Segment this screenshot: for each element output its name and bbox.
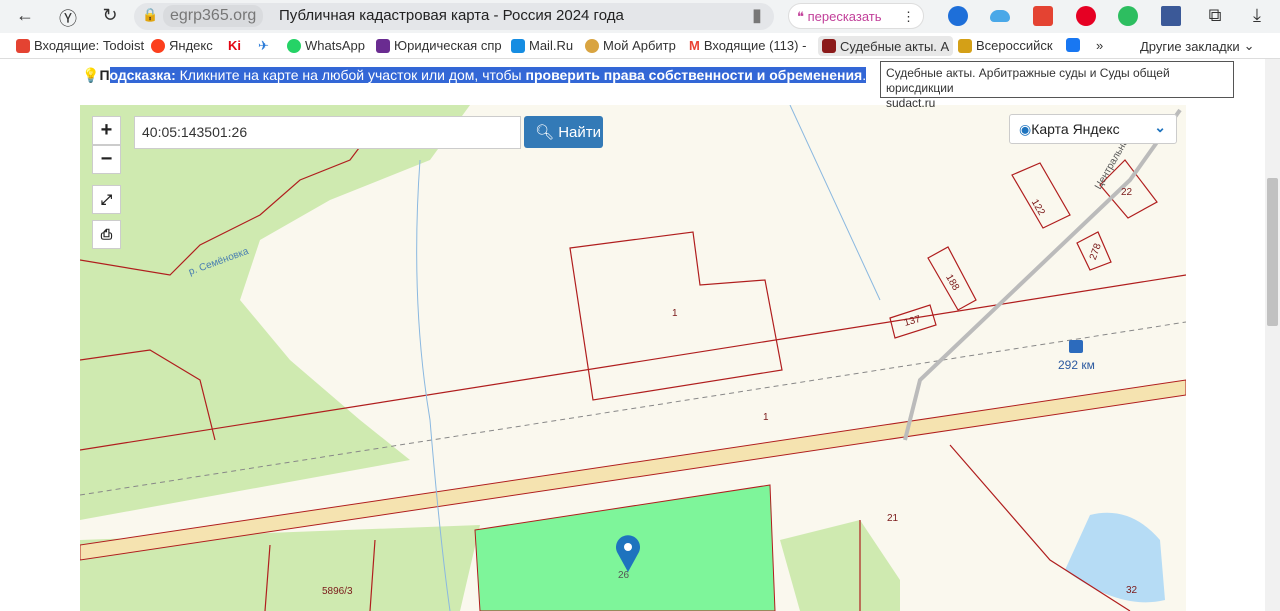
hint-end: . — [862, 67, 867, 83]
fullscreen-icon[interactable]: ⤢ — [92, 185, 121, 214]
court-icon — [958, 38, 972, 53]
pinterest-icon[interactable] — [1076, 6, 1096, 26]
parcel-label: 32 — [1126, 585, 1138, 596]
bookmark[interactable]: Mail.Ru — [511, 38, 573, 53]
parcel-label: 137 — [903, 314, 922, 329]
retell-button[interactable]: ❝ пересказать ⋮ — [788, 3, 924, 29]
map-layer-select[interactable]: ◉Карта Яндекс ⌄ — [1009, 114, 1177, 144]
facebook-icon — [1066, 38, 1080, 52]
hint-label: одсказка: — [109, 67, 176, 83]
smm-helper-icon[interactable] — [1161, 6, 1181, 26]
bookmark[interactable]: Яндекс — [151, 38, 213, 53]
bookmark[interactable]: M Входящие (113) - — [689, 38, 806, 53]
extensions-icon[interactable]: ⧉ — [1200, 5, 1230, 26]
retell-label: пересказать — [807, 9, 882, 24]
bookmark-label: Всероссийск — [976, 38, 1053, 53]
bookmark[interactable] — [1066, 38, 1080, 52]
bookmarks-bar: Входящие: Todoist Яндекс Ki ✈ WhatsApp Ю… — [0, 33, 1280, 59]
whatsapp-icon — [287, 38, 301, 53]
bookmark-label: Судебные акты. А — [840, 38, 950, 54]
browser-toolbar: ← Ⓨ ↻ 🔒 egrp365.org Публичная кадастрова… — [0, 0, 1280, 33]
scrollbar[interactable] — [1265, 59, 1280, 611]
parcel-label: 1 — [672, 308, 678, 319]
hint-text: Кликните на карте на любой участок или д… — [175, 67, 526, 83]
reload-icon[interactable]: ↻ — [95, 5, 125, 26]
arbitr-icon — [585, 38, 599, 53]
download-icon[interactable]: ⤓ — [1242, 5, 1272, 26]
zoom-in-button[interactable]: + — [92, 116, 121, 145]
station-icon — [1069, 340, 1083, 353]
chevron-down-icon: ⌄ — [1154, 119, 1166, 135]
zoom-out-button[interactable]: − — [92, 145, 121, 174]
hint-bold: проверить права собственности и обремене… — [525, 67, 863, 83]
bookmark-label: Mail.Ru — [529, 38, 574, 53]
parcel-label: 278 — [1088, 242, 1104, 262]
map-canvas: р. Семёновка Центральна 1 122 22 278 188… — [80, 105, 1186, 611]
bookmark[interactable]: Судебные акты. А — [818, 36, 954, 56]
km-label: 292 км — [1058, 358, 1095, 372]
tooltip-title: Судебные акты. Арбитражные суды и Суды о… — [886, 66, 1170, 95]
back-icon[interactable]: ← — [10, 5, 40, 26]
other-bookmarks[interactable]: Другие закладки ⌄ — [1140, 38, 1255, 54]
todoist-icon[interactable] — [1033, 6, 1053, 26]
bookmark[interactable]: Входящие: Todoist — [16, 38, 144, 53]
yandex-icon — [151, 38, 165, 53]
map-pin-dot — [624, 543, 632, 551]
yandex-icon[interactable]: Ⓨ — [53, 5, 83, 31]
parcel-label: 5896/3 — [322, 586, 353, 597]
hint: 💡Подсказка: Кликните на карте на любой у… — [82, 67, 867, 84]
bookmark-ki-icon[interactable]: Ki — [228, 38, 241, 53]
extension-icon[interactable] — [948, 6, 968, 26]
bookmark-label: Входящие: Todoist — [34, 38, 145, 53]
sudact-icon — [822, 39, 836, 53]
mailru-icon — [511, 38, 525, 53]
search-icon: 🔍︎ — [535, 124, 555, 141]
chevron-down-icon: ⌄ — [1243, 38, 1255, 53]
bookmark[interactable]: WhatsApp — [287, 38, 365, 53]
bookmark[interactable]: Юридическая спр — [376, 38, 502, 53]
bookmark-label: Яндекс — [169, 38, 213, 53]
bookmark-icon[interactable]: ▮ — [742, 5, 772, 26]
bookmark-label: Мой Арбитр — [603, 38, 676, 53]
todoist-icon — [16, 38, 30, 53]
bookmark[interactable]: Мой Арбитр — [585, 38, 676, 53]
cloud-icon[interactable] — [990, 10, 1010, 22]
print-icon[interactable]: ⎙ — [92, 220, 121, 249]
gmail-icon: M — [689, 38, 700, 53]
find-label: Найти — [558, 124, 602, 141]
other-bookmarks-label: Другие закладки — [1140, 38, 1240, 54]
scrollbar-thumb[interactable] — [1267, 178, 1278, 326]
bookmark-tooltip: Судебные акты. Арбитражные суды и Суды о… — [880, 61, 1234, 110]
cadastral-search-input[interactable]: 40:05:143501:26 — [134, 116, 521, 149]
bookmark[interactable]: Всероссийск — [958, 38, 1053, 53]
cadastral-map[interactable]: р. Семёновка Центральна 1 122 22 278 188… — [80, 105, 1186, 611]
domain: egrp365.org — [163, 5, 264, 27]
water-body — [1065, 512, 1165, 603]
legal-icon — [376, 38, 390, 53]
lightbulb-icon: 💡 — [82, 67, 100, 83]
radio-icon: ◉ — [1019, 121, 1032, 137]
bookmark-butterfly-icon[interactable]: ✈ — [258, 38, 269, 54]
parcel-label: 21 — [887, 513, 899, 524]
bookmark-label: Юридическая спр — [394, 38, 502, 53]
lock-icon: 🔒 — [142, 7, 159, 22]
hint-prefix: П — [99, 67, 110, 83]
more-bookmarks-button[interactable]: » — [1096, 38, 1103, 53]
bookmark-label: Входящие (113) - — [703, 38, 807, 53]
parcel-label: 122 — [1029, 198, 1047, 218]
page-title: Публичная кадастровая карта - Россия 202… — [279, 7, 624, 24]
bookmark-label: WhatsApp — [305, 38, 365, 53]
find-button[interactable]: 🔍︎ Найти — [524, 116, 603, 148]
parcel-label: 22 — [1121, 187, 1133, 198]
layer-label: Карта Яндекс — [1031, 121, 1120, 137]
evernote-icon[interactable] — [1118, 6, 1138, 26]
tooltip-url: sudact.ru — [886, 96, 936, 110]
line-label: 1 — [763, 412, 769, 423]
stream — [789, 105, 881, 301]
